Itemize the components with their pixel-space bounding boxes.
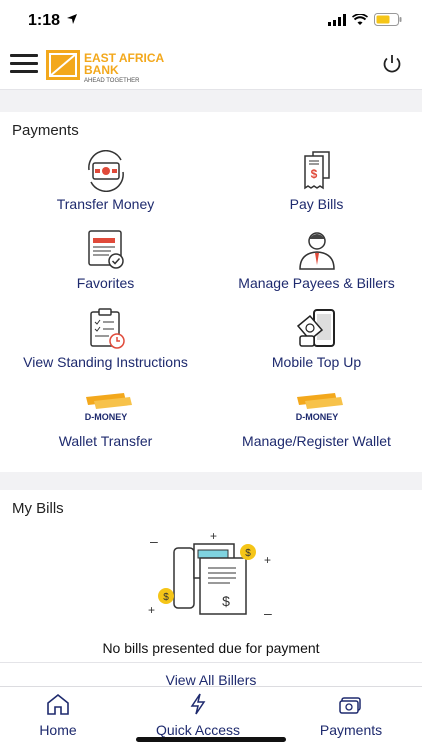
status-indicators [328, 13, 402, 26]
svg-text:$: $ [163, 592, 169, 603]
pay-bills-icon: $ [303, 151, 330, 190]
manage-payees-icon [298, 232, 335, 270]
menu-line [10, 54, 38, 57]
tile-label: View Standing Instructions [23, 354, 188, 370]
tile-favorites[interactable]: Favorites [0, 229, 211, 295]
menu-line [10, 62, 38, 65]
my-bills-title: My Bills [12, 500, 64, 517]
bottom-navigation: Home Quick Access Payments [0, 686, 422, 750]
view-all-billers-link[interactable]: View All Billers [0, 662, 422, 688]
tile-manage-payees-billers[interactable]: Manage Payees & Billers [211, 229, 422, 295]
logo-mark-icon [46, 50, 80, 80]
tile-label: Manage/Register Wallet [242, 433, 391, 449]
home-icon [47, 693, 69, 715]
tile-pay-bills[interactable]: $ Pay Bills [211, 150, 422, 216]
my-bills-card: My Bills – + + + – $ $ $ No bills presen… [0, 490, 422, 662]
tile-mobile-top-up[interactable]: Mobile Top Up [211, 308, 422, 374]
nav-label: Home [39, 722, 77, 738]
svg-text:$: $ [222, 593, 230, 609]
content-top-spacer [0, 90, 422, 112]
d-money-wallet-icon: D-MONEY [295, 393, 343, 422]
svg-text:+: + [148, 603, 155, 617]
tile-view-standing-instructions[interactable]: View Standing Instructions [0, 308, 211, 374]
d-money-badge-text: D-MONEY [84, 412, 127, 422]
battery-icon [374, 13, 402, 26]
nav-home[interactable]: Home [36, 693, 80, 738]
nav-quick-access[interactable]: Quick Access [148, 693, 248, 738]
svg-text:$: $ [245, 548, 251, 559]
favorites-icon [87, 230, 124, 269]
mobile-top-up-icon [296, 309, 335, 347]
transfer-money-icon [87, 150, 124, 192]
no-bills-message: No bills presented due for payment [102, 640, 320, 656]
nav-label: Payments [319, 722, 383, 738]
tile-transfer-money[interactable]: Transfer Money [0, 150, 211, 216]
d-money-badge-text: D-MONEY [295, 412, 338, 422]
hamburger-menu-button[interactable] [10, 54, 38, 78]
tile-label: Transfer Money [56, 196, 155, 212]
lightning-icon [190, 693, 206, 715]
wifi-icon [352, 13, 368, 25]
nav-label: Quick Access [155, 722, 241, 738]
empty-bills-illustration: – + + + – $ $ $ [148, 530, 272, 621]
tile-label: Manage Payees & Billers [238, 275, 395, 291]
tile-label: Mobile Top Up [271, 354, 362, 370]
svg-text:–: – [150, 533, 158, 549]
tile-label: Wallet Transfer [58, 433, 153, 449]
menu-line [10, 70, 38, 73]
home-indicator [136, 737, 286, 742]
standing-instructions-icon [89, 308, 125, 349]
logout-power-button[interactable] [380, 52, 404, 76]
svg-text:+: + [264, 553, 271, 567]
logo-tagline: AHEAD TOGETHER [84, 78, 140, 84]
tile-label: Pay Bills [289, 196, 344, 212]
east-africa-bank-logo: EAST AFRICA BANK AHEAD TOGETHER [46, 50, 180, 86]
nav-payments[interactable]: Payments [314, 693, 388, 738]
location-arrow-icon [67, 14, 77, 24]
tile-wallet-transfer[interactable]: D-MONEY Wallet Transfer [0, 387, 211, 453]
payments-title: Payments [12, 122, 79, 139]
signal-icon [328, 13, 346, 26]
d-money-wallet-icon: D-MONEY [84, 393, 132, 422]
status-bar: 1:18 [0, 0, 422, 44]
svg-text:+: + [210, 530, 217, 543]
logo-text-line2: BANK [84, 63, 119, 77]
power-icon [383, 55, 401, 73]
tile-manage-register-wallet[interactable]: D-MONEY Manage/Register Wallet [211, 387, 422, 453]
status-time: 1:18 [28, 12, 61, 29]
logo-text: EAST AFRICA BANK [84, 52, 164, 76]
app-header: EAST AFRICA BANK AHEAD TOGETHER [0, 44, 422, 90]
tile-label: Favorites [76, 275, 135, 291]
payments-icon [339, 697, 361, 714]
svg-text:–: – [264, 605, 272, 621]
svg-text:$: $ [310, 167, 317, 181]
payments-card: Payments Transfer Money $ Pay Bills Favo… [0, 112, 422, 472]
